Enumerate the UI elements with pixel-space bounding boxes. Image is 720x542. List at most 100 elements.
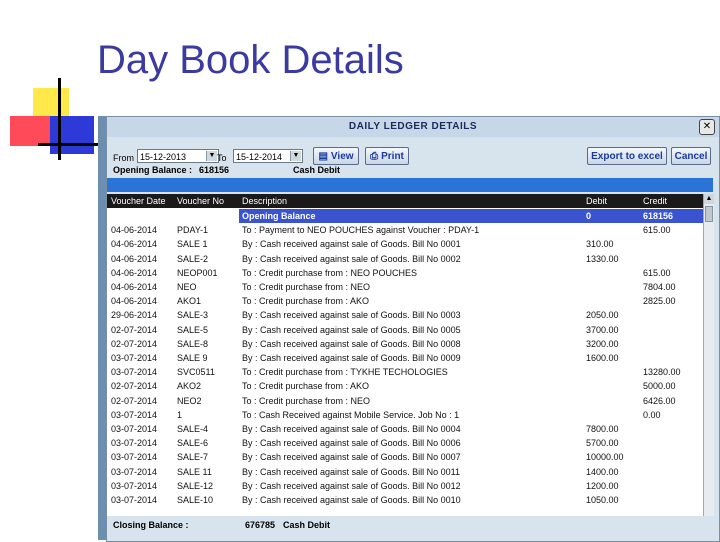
- table-cell: 7800.00: [586, 424, 619, 434]
- table-cell: 04-06-2014: [111, 239, 158, 250]
- table-row[interactable]: 03-07-2014 SALE-12 By : Cash received agai…: [107, 479, 703, 493]
- table-row[interactable]: 04-06-2014 PDAY-1 To : Payment to NEO POUC…: [107, 223, 703, 237]
- table-cell: 615.00: [643, 267, 671, 278]
- table-cell: NEOP001: [177, 267, 218, 278]
- table-cell: By : Cash received against sale of Goods…: [242, 353, 461, 363]
- table-cell: NEO: [177, 282, 197, 292]
- table-cell: 04-06-2014: [111, 296, 158, 307]
- print-button[interactable]: ⎙ Print: [365, 147, 409, 165]
- table-cell: 3200.00: [586, 338, 619, 349]
- table-cell: 2050.00: [586, 310, 619, 321]
- column-header[interactable]: Debit: [586, 196, 642, 206]
- cancel-button[interactable]: Cancel: [671, 147, 711, 165]
- table-row[interactable]: 02-07-2014 NEO2 To : Credit purchase from …: [107, 394, 703, 408]
- chevron-down-icon[interactable]: ▼: [290, 151, 301, 161]
- table-cell: By : Cash received against sale of Goods…: [242, 310, 461, 321]
- closing-balance-type: Cash Debit: [283, 520, 331, 530]
- table-row[interactable]: 03-07-2014 SALE-10 By : Cash received agai…: [107, 493, 703, 507]
- table-row[interactable]: 04-06-2014 SALE 1 By : Cash received again…: [107, 237, 703, 251]
- table-row[interactable]: 03-07-2014 SALE 11 By : Cash received agai…: [107, 465, 703, 479]
- table-cell: By : Cash received against sale of Goods…: [242, 480, 461, 491]
- opening-balance-value: 618156: [199, 165, 230, 175]
- table-row[interactable]: 04-06-2014 NEOP001 To : Credit purchase fr…: [107, 266, 703, 280]
- window-titlebar: DAILY LEDGER DETAILS ✕: [107, 117, 719, 137]
- column-header[interactable]: Credit: [643, 196, 703, 206]
- table-cell: By : Cash received against sale of Goods…: [242, 324, 461, 335]
- table-row[interactable]: 29-06-2014 SALE-3 By : Cash received again…: [107, 308, 703, 322]
- table-row[interactable]: 03-07-2014 SALE-6 By : Cash received again…: [107, 436, 703, 450]
- table-cell: AKO2: [177, 381, 202, 392]
- table-row[interactable]: 04-06-2014 SALE-2 By : Cash received again…: [107, 252, 703, 266]
- table-cell: By : Cash received against sale of Goods…: [242, 466, 460, 477]
- from-date-picker[interactable]: 15-12-2013 ▼: [137, 149, 219, 163]
- decorative-red-square: [10, 116, 50, 146]
- export-to-excel-button[interactable]: Export to excel: [587, 147, 667, 165]
- close-icon[interactable]: ✕: [699, 119, 715, 135]
- vertical-scrollbar[interactable]: ▲: [703, 194, 714, 516]
- table-cell: By : Cash received against sale of Goods…: [242, 452, 461, 463]
- table-row[interactable]: 04-06-2014 NEO To : Credit purchase from :…: [107, 280, 703, 294]
- view-icon: ▤: [318, 151, 328, 162]
- table-cell: To : Credit purchase from : AKO: [242, 381, 370, 392]
- view-button[interactable]: ▤ View: [313, 147, 359, 165]
- grid-header: Voucher Date Voucher No Description Debi…: [107, 194, 703, 208]
- table-cell: SALE 11: [177, 466, 212, 477]
- table-row[interactable]: 03-07-2014 SALE 9 By : Cash received again…: [107, 351, 703, 365]
- table-cell: 04-06-2014: [111, 282, 158, 292]
- table-cell: 1400.00: [586, 466, 619, 477]
- table-cell: 13280.00: [643, 367, 681, 378]
- table-cell: 10000.00: [586, 452, 624, 463]
- table-cell: SALE 1: [177, 239, 208, 250]
- table-cell: SALE-2: [177, 253, 209, 264]
- table-cell: SALE 9: [177, 353, 208, 363]
- table-cell: 02-07-2014: [111, 381, 158, 392]
- table-cell: To : Cash Received against Mobile Servic…: [242, 409, 460, 420]
- table-cell: 7804.00: [643, 282, 676, 292]
- table-cell: 03-07-2014: [111, 480, 158, 491]
- table-cell: 5000.00: [643, 381, 676, 392]
- table-row[interactable]: 02-07-2014 SALE-8 By : Cash received again…: [107, 337, 703, 351]
- table-row-selected[interactable]: Opening Balance 0 618156: [107, 209, 703, 223]
- table-row[interactable]: 02-07-2014 SALE-5 By : Cash received again…: [107, 323, 703, 337]
- table-cell: 310.00: [586, 239, 614, 250]
- table-cell: SALE-7: [177, 452, 209, 463]
- decorative-blue-square: [50, 116, 94, 154]
- table-cell: SALE-4: [177, 424, 209, 434]
- table-cell: 04-06-2014: [111, 253, 158, 264]
- table-cell: PDAY-1: [177, 225, 209, 236]
- table-row[interactable]: 03-07-2014 SALE-4 By : Cash received again…: [107, 422, 703, 436]
- column-header[interactable]: Voucher Date: [111, 196, 173, 206]
- window-title: DAILY LEDGER DETAILS: [348, 121, 478, 132]
- column-header[interactable]: Description: [242, 196, 582, 206]
- table-row[interactable]: 03-07-2014 SVC0511 To : Credit purchase fr…: [107, 365, 703, 379]
- table-row[interactable]: 02-07-2014 AKO2 To : Credit purchase from …: [107, 379, 703, 393]
- table-row[interactable]: 04-06-2014 AKO1 To : Credit purchase from …: [107, 294, 703, 308]
- to-label: To: [217, 153, 227, 163]
- table-cell: 1050.00: [586, 495, 619, 505]
- table-cell: To : Credit purchase from : NEO POUCHES: [242, 267, 418, 278]
- table-cell: 1600.00: [586, 353, 619, 363]
- table-row[interactable]: 03-07-2014 SALE-7 By : Cash received again…: [107, 450, 703, 464]
- scroll-up-icon[interactable]: ▲: [704, 194, 714, 204]
- table-cell: 02-07-2014: [111, 395, 158, 406]
- to-date-value: 15-12-2014: [236, 152, 283, 162]
- table-cell: 3700.00: [586, 324, 619, 335]
- table-row[interactable]: 03-07-2014 1 To : Cash Received against Mo…: [107, 408, 703, 422]
- to-date-picker[interactable]: 15-12-2014 ▼: [233, 149, 303, 163]
- table-cell: SALE-6: [177, 438, 209, 449]
- table-cell: 0: [586, 211, 592, 221]
- table-cell: 03-07-2014: [111, 466, 158, 477]
- table-cell: To : Payment to NEO POUCHES against Vouc…: [242, 225, 480, 236]
- print-button-label: Print: [381, 151, 404, 162]
- table-cell: To : Credit purchase from : TYKHE TECHOL…: [242, 367, 448, 378]
- scroll-thumb[interactable]: [705, 206, 713, 222]
- table-cell: 04-06-2014: [111, 267, 158, 278]
- ledger-grid: Voucher Date Voucher No Description Debi…: [107, 194, 703, 516]
- table-cell: 03-07-2014: [111, 495, 158, 505]
- daily-ledger-window: DAILY LEDGER DETAILS ✕ From 15-12-2013 ▼…: [106, 116, 720, 542]
- chevron-down-icon[interactable]: ▼: [206, 151, 217, 161]
- table-cell: By : Cash received against sale of Goods…: [242, 239, 461, 250]
- background-window-strip: [98, 116, 106, 540]
- column-header[interactable]: Voucher No: [177, 196, 241, 206]
- table-cell: 03-07-2014: [111, 353, 158, 363]
